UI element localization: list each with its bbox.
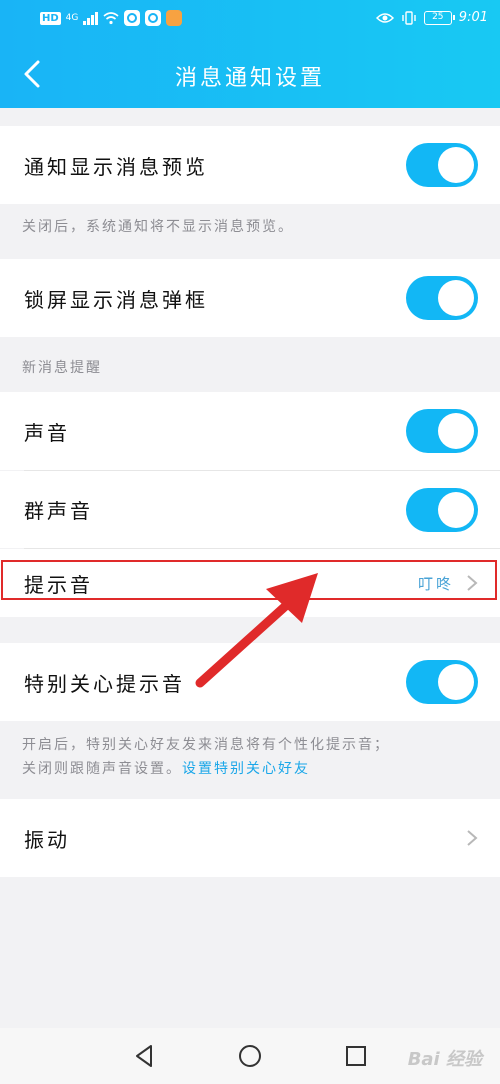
toggle-knob	[438, 280, 474, 316]
setting-row-ringtone[interactable]: 提示音 叮咚	[0, 549, 500, 617]
setting-label: 特别关心提示音	[24, 671, 185, 696]
status-bar: HD 4G 25 9:01	[0, 0, 500, 38]
special-care-note-line1: 开启后，特别关心好友发来消息将有个性化提示音；	[22, 737, 390, 753]
lock-popup-toggle[interactable]	[406, 276, 478, 320]
special-care-toggle[interactable]	[406, 660, 478, 704]
system-nav-bar: Bai 经验	[0, 1028, 500, 1084]
special-care-note-text: 关闭则跟随声音设置。	[22, 761, 182, 777]
setting-row-preview[interactable]: 通知显示消息预览	[0, 126, 500, 204]
setting-row-group-sound[interactable]: 群声音	[0, 471, 500, 548]
toggle-knob	[438, 413, 474, 449]
setting-row-sound[interactable]: 声音	[0, 392, 500, 470]
hd-badge: HD	[40, 11, 61, 25]
app-notification-icon	[124, 10, 141, 26]
battery-icon: 25	[423, 10, 455, 25]
setting-label: 通知显示消息预览	[24, 154, 208, 179]
signal-icon	[83, 11, 99, 25]
page-title: 消息通知设置	[174, 66, 325, 91]
nav-recents-icon[interactable]	[342, 1042, 370, 1070]
status-right: 25 9:01	[375, 10, 488, 25]
status-left: HD 4G	[40, 10, 183, 26]
setting-label: 振动	[24, 827, 70, 852]
special-care-note: 开启后，特别关心好友发来消息将有个性化提示音； 关闭则跟随声音设置。设置特别关心…	[22, 733, 390, 781]
chevron-right-icon	[467, 830, 478, 846]
ringtone-value: 叮咚	[417, 574, 454, 593]
app-header: HD 4G 25 9:01 消息通知设置	[0, 0, 500, 108]
section-header-new-message: 新消息提醒	[22, 360, 102, 376]
status-time: 9:01	[458, 10, 488, 25]
toggle-knob	[438, 147, 474, 183]
toggle-knob	[438, 491, 474, 528]
app-notification-icon-2	[145, 10, 162, 26]
setting-label: 群声音	[24, 499, 93, 523]
nav-home-icon[interactable]	[236, 1042, 264, 1070]
wifi-icon	[103, 12, 119, 25]
setting-label: 声音	[24, 420, 70, 445]
preview-toggle[interactable]	[406, 143, 478, 187]
watermark: Bai 经验	[407, 1049, 482, 1070]
setting-label: 提示音	[24, 572, 93, 597]
chevron-right-icon	[467, 575, 478, 591]
group-sound-toggle[interactable]	[406, 487, 478, 532]
setting-row-special-care[interactable]: 特别关心提示音	[0, 643, 500, 721]
app-notification-icon-3	[166, 10, 183, 26]
nav-back-icon[interactable]	[131, 1042, 159, 1070]
vibrate-icon	[402, 10, 416, 25]
setting-label: 锁屏显示消息弹框	[24, 287, 208, 312]
preview-note: 关闭后，系统通知将不显示消息预览。	[22, 219, 294, 235]
sound-toggle[interactable]	[406, 409, 478, 453]
special-care-note-line2: 关闭则跟随声音设置。设置特别关心好友	[22, 757, 390, 781]
eye-icon	[375, 12, 394, 23]
toggle-knob	[438, 664, 474, 700]
setting-row-vibrate[interactable]: 振动	[0, 799, 500, 877]
setting-row-lock-popup[interactable]: 锁屏显示消息弹框	[0, 259, 500, 337]
network-type: 4G	[65, 13, 79, 23]
set-special-care-link[interactable]: 设置特别关心好友	[182, 761, 310, 777]
